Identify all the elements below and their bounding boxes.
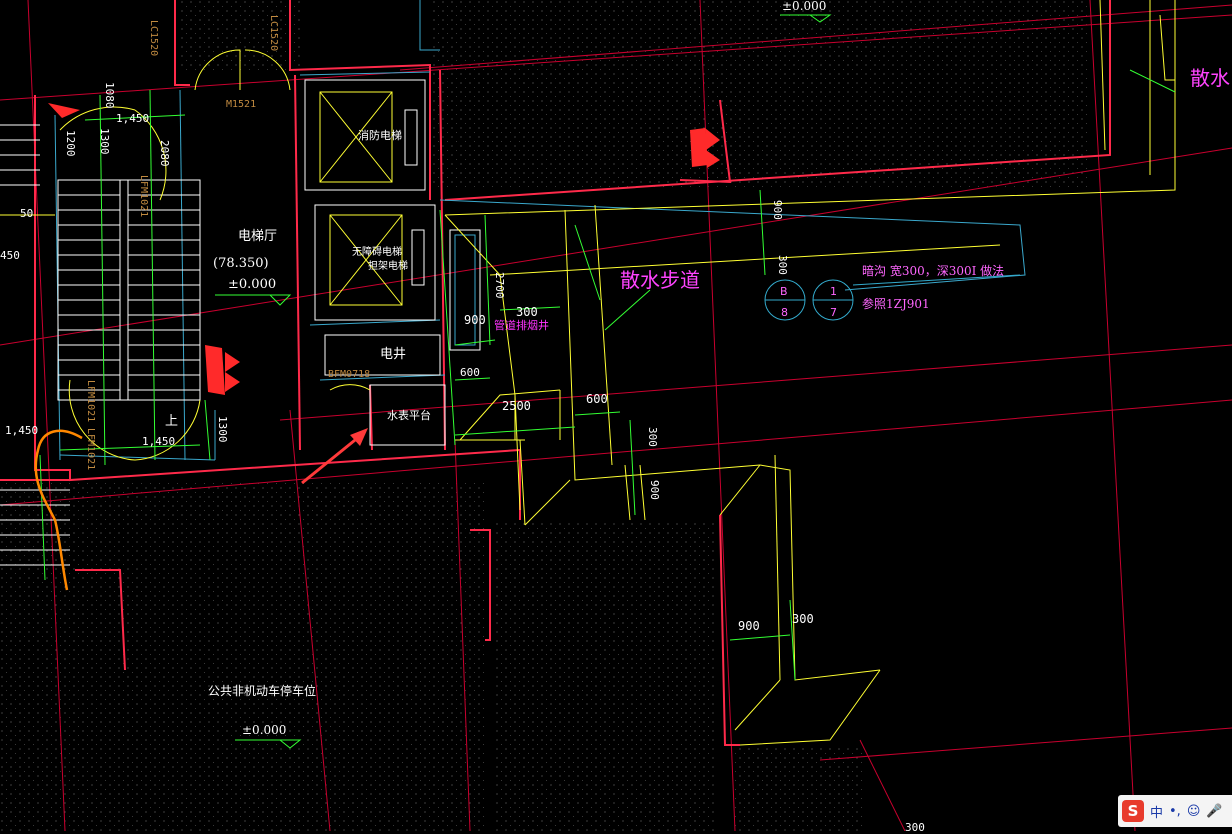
accessible-elevator-label: 无障碍电梯 [352,247,402,258]
detail-a-bottom: 8 [781,306,788,319]
ditch-note: 暗沟 宽300，深300I 做法 [862,264,1005,278]
dim-1080: 1080 [103,82,116,109]
dim-300-walk: 300 [776,255,789,275]
door-tag-fm1021-a: LFM1021 [138,175,149,218]
window-tag-top: LC1520 [268,15,279,52]
ime-language-toggle[interactable]: 中 [1150,802,1163,821]
cad-drawing-canvas[interactable] [0,0,1232,831]
dim-1300-bottom: 1300 [216,416,229,443]
meter-platform-label: 水表平台 [387,409,431,422]
parking-label: 公共非机动车停车位 [208,684,317,698]
elevator-hall-label: 电梯厅 [238,229,278,244]
dim-300-bottom: 300 [792,612,814,626]
stretcher-elevator-label: 担架电梯 [368,261,408,272]
door-tag-fm1021-c: LFM1021 [85,428,96,471]
ime-toolbar[interactable]: S 中 •, ☺ 🎤 [1118,795,1232,827]
drain-walkway-label: 散水步道 [620,268,700,292]
dim-300-vent: 300 [516,305,538,319]
sogou-logo-icon[interactable]: S [1122,800,1144,822]
vent-shaft-label: 管道排烟井 [494,319,549,332]
hatch-areas [0,0,1090,831]
dim-1200: 1200 [64,130,77,157]
dim-2500: 2500 [502,399,531,413]
dim-50: 50 [20,207,34,220]
dim-2080: 2080 [158,140,171,167]
door-tag-m1521: M1521 [226,99,257,110]
window-tag-left: LC1520 [148,20,159,57]
dim-300-lower: 300 [646,427,659,447]
dim-900-bottom: 900 [738,619,760,633]
dim-300-edge: 300 [905,821,925,834]
dim-1450-top: 1,450 [116,112,150,125]
elevator-hall-elevation: ±0.000 [228,277,277,292]
dim-1450-bottom: 1,450 [142,435,176,448]
dim-600-shaft: 600 [460,366,480,379]
door-tag-bfm: BFM0718 [328,369,371,380]
dim-450: 450 [0,249,20,262]
emoji-icon[interactable]: ☺ [1187,804,1201,819]
dim-1300-top: 1300 [98,128,111,155]
drain-top-label: 散水 [1190,66,1230,90]
detail-b-bottom: 7 [830,306,837,319]
dim-900-lower: 900 [648,480,661,500]
electric-shaft-label: 电井 [380,347,407,362]
door-tag-fm1021-b: LFM1021 [85,380,96,423]
stair-up-label: 上 [165,414,179,429]
dim-1450-left: 1,450 [5,424,39,437]
dim-900-walk: 900 [771,200,784,220]
dim-2700: 2700 [493,272,506,299]
elevator-hall-level: (78.350) [213,256,269,271]
dim-900-vent: 900 [464,313,486,327]
top-elevation: ±0.000 [782,0,827,13]
fire-elevator-label: 消防电梯 [358,129,402,142]
ime-punctuation-toggle[interactable]: •, [1169,804,1181,819]
ditch-reference: 参照1ZJ901 [862,297,930,311]
microphone-icon[interactable]: 🎤 [1206,804,1222,819]
parking-elevation: ±0.000 [242,723,287,737]
dim-600-walk: 600 [586,392,608,406]
detail-b-top: 1 [830,285,837,298]
detail-a-top: B [780,285,788,298]
